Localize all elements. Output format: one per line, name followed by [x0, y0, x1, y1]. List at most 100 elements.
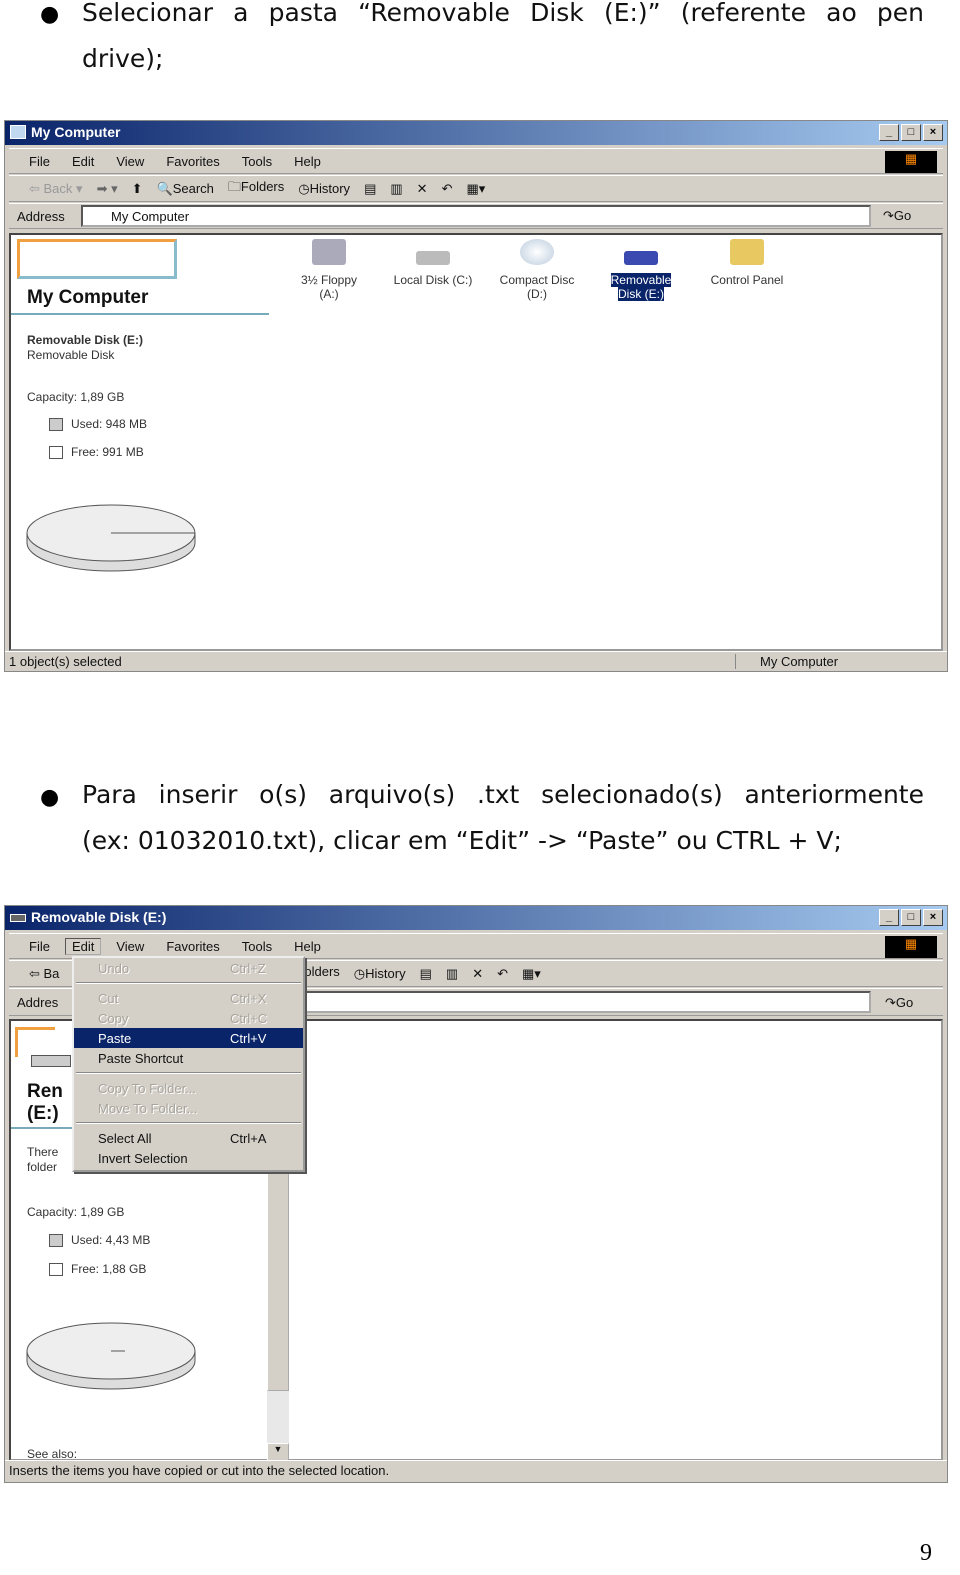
minimize-button[interactable]: _ — [879, 124, 899, 141]
drive-floppy[interactable]: 3½ Floppy (A:) — [281, 239, 377, 301]
menu-view[interactable]: View — [116, 154, 144, 169]
maximize-button[interactable]: □ — [901, 909, 921, 926]
menu-item-copy-to-folder[interactable]: Copy To Folder... — [74, 1078, 303, 1098]
menu-edit[interactable]: Edit — [64, 937, 102, 955]
selected-type: Removable Disk — [27, 348, 115, 362]
menu-file[interactable]: File — [29, 939, 50, 954]
undo-icon[interactable]: ↶ — [497, 966, 508, 982]
scrollbar[interactable]: ▼ — [267, 1171, 289, 1461]
disk-usage-pie — [26, 504, 196, 572]
address-input[interactable]: My Computer — [81, 205, 871, 227]
menu-view[interactable]: View — [116, 939, 144, 954]
menu-help[interactable]: Help — [294, 939, 321, 954]
go-button[interactable]: ↷Go — [883, 208, 911, 224]
back-button[interactable]: ⇦ Back ▾ — [29, 181, 83, 197]
address-label: Addres — [17, 994, 59, 1010]
disk-usage-pie — [26, 1322, 196, 1390]
see-also: See also: — [27, 1447, 78, 1461]
views-icon[interactable]: ▦▾ — [466, 181, 485, 197]
panel-description: There folder — [27, 1145, 59, 1174]
title-bar: My Computer _ □ × — [5, 121, 947, 145]
address-input[interactable] — [295, 991, 871, 1013]
banner-icon — [15, 1027, 55, 1057]
windows-logo: ▦ — [885, 151, 937, 173]
menu-file[interactable]: File — [29, 154, 50, 169]
status-bar: 1 object(s) selected My Computer — [5, 651, 947, 671]
selected-name: Removable Disk (E:) — [27, 333, 144, 347]
step1-line1: Selecionar a pasta “Removable Disk (E:)”… — [82, 0, 924, 27]
page-number: 9 — [920, 1540, 932, 1566]
copy-to-icon[interactable]: ▥ — [446, 966, 458, 982]
status-text: 1 object(s) selected — [9, 654, 122, 669]
drive-local-c[interactable]: Local Disk (C:) — [385, 239, 481, 287]
close-button[interactable]: × — [923, 124, 943, 141]
menu-item-move-to-folder[interactable]: Move To Folder... — [74, 1098, 303, 1118]
menu-item-invert-selection[interactable]: Invert Selection — [74, 1148, 303, 1168]
up-button[interactable]: ⬆ — [132, 181, 143, 197]
content-area: My Computer Removable Disk (E:) Removabl… — [9, 233, 943, 651]
menu-item-select-all[interactable]: Select All Ctrl+A — [74, 1128, 303, 1148]
delete-icon[interactable]: ✕ — [472, 966, 483, 982]
go-button[interactable]: ↷Go — [885, 995, 913, 1011]
removable-disk-icon — [624, 251, 658, 265]
menu-item-cut[interactable]: Cut Ctrl+X — [74, 988, 303, 1008]
free-legend: Free: 1,88 GB — [49, 1262, 146, 1277]
status-text: Inserts the items you have copied or cut… — [9, 1463, 390, 1478]
move-to-icon[interactable]: ▤ — [420, 966, 432, 982]
menu-item-paste-shortcut[interactable]: Paste Shortcut — [74, 1048, 303, 1068]
bullet: ● — [40, 2, 60, 27]
step1-line2: drive); — [82, 44, 164, 73]
free-swatch — [49, 1263, 63, 1277]
maximize-button[interactable]: □ — [901, 124, 921, 141]
scrollbar-thumb[interactable] — [267, 1171, 289, 1391]
delete-icon[interactable]: ✕ — [417, 181, 428, 197]
panel-title: My Computer — [27, 287, 149, 308]
free-swatch — [49, 446, 63, 460]
forward-button[interactable]: ➡ ▾ — [97, 181, 118, 197]
close-button[interactable]: × — [923, 909, 943, 926]
scroll-down-button[interactable]: ▼ — [267, 1443, 289, 1461]
views-icon[interactable]: ▦▾ — [522, 966, 541, 982]
used-swatch — [49, 1234, 63, 1248]
used-legend: Used: 948 MB — [49, 417, 147, 432]
free-legend: Free: 991 MB — [49, 445, 144, 460]
used-swatch — [49, 418, 63, 432]
status-bar: Inserts the items you have copied or cut… — [5, 1460, 947, 1482]
menu-tools[interactable]: Tools — [242, 939, 272, 954]
address-label: Address — [17, 208, 65, 224]
undo-icon[interactable]: ↶ — [442, 181, 453, 197]
bullet: ● — [40, 785, 60, 810]
menu-item-undo[interactable]: Undo Ctrl+Z — [74, 958, 303, 978]
toolbar: ⇦ Back ▾ ➡ ▾ ⬆ 🔍Search 🗀Folders ◷History ▤ ▥ ✕… — [9, 175, 943, 202]
computer-banner-icon — [17, 239, 177, 279]
history-button[interactable]: ◷History — [354, 966, 406, 982]
capacity: Capacity: 1,89 GB — [27, 390, 125, 404]
search-button[interactable]: 🔍Search — [157, 181, 214, 197]
window-title: My Computer — [31, 124, 121, 140]
menu-favorites[interactable]: Favorites — [166, 939, 219, 954]
my-computer-window: My Computer _ □ × File Edit View Favorites Too… — [4, 120, 948, 672]
edit-menu-dropdown: Undo Ctrl+Z Cut Ctrl+X Copy Ctrl+C Paste Ctr… — [72, 956, 305, 1172]
floppy-icon — [312, 239, 346, 265]
windows-logo: ▦ — [885, 936, 937, 958]
history-button[interactable]: ◷History — [298, 181, 350, 197]
move-to-icon[interactable]: ▤ — [364, 181, 376, 197]
back-button[interactable]: ⇦ Ba — [29, 966, 59, 982]
minimize-button[interactable]: _ — [879, 909, 899, 926]
menu-favorites[interactable]: Favorites — [166, 154, 219, 169]
menu-tools[interactable]: Tools — [242, 154, 272, 169]
computer-icon — [10, 125, 26, 139]
menu-help[interactable]: Help — [294, 154, 321, 169]
control-panel[interactable]: Control Panel — [699, 239, 795, 287]
menu-item-copy[interactable]: Copy Ctrl+C — [74, 1008, 303, 1028]
removable-disk-icon — [10, 914, 26, 922]
menu-edit[interactable]: Edit — [72, 154, 94, 169]
copy-to-icon[interactable]: ▥ — [390, 181, 402, 197]
control-panel-icon — [730, 239, 764, 265]
menu-item-paste[interactable]: Paste Ctrl+V — [74, 1028, 303, 1048]
folders-button[interactable]: 🗀Folders — [228, 178, 284, 200]
step2-line2: (ex: 01032010.txt), clicar em “Edit” -> … — [82, 826, 842, 855]
drive-cd[interactable]: Compact Disc (D:) — [489, 239, 585, 301]
removable-disk-window: Removable Disk (E:) _ □ × File Edit View Favo… — [4, 905, 948, 1483]
drive-removable-e[interactable]: Removable Disk (E:) — [593, 239, 689, 301]
